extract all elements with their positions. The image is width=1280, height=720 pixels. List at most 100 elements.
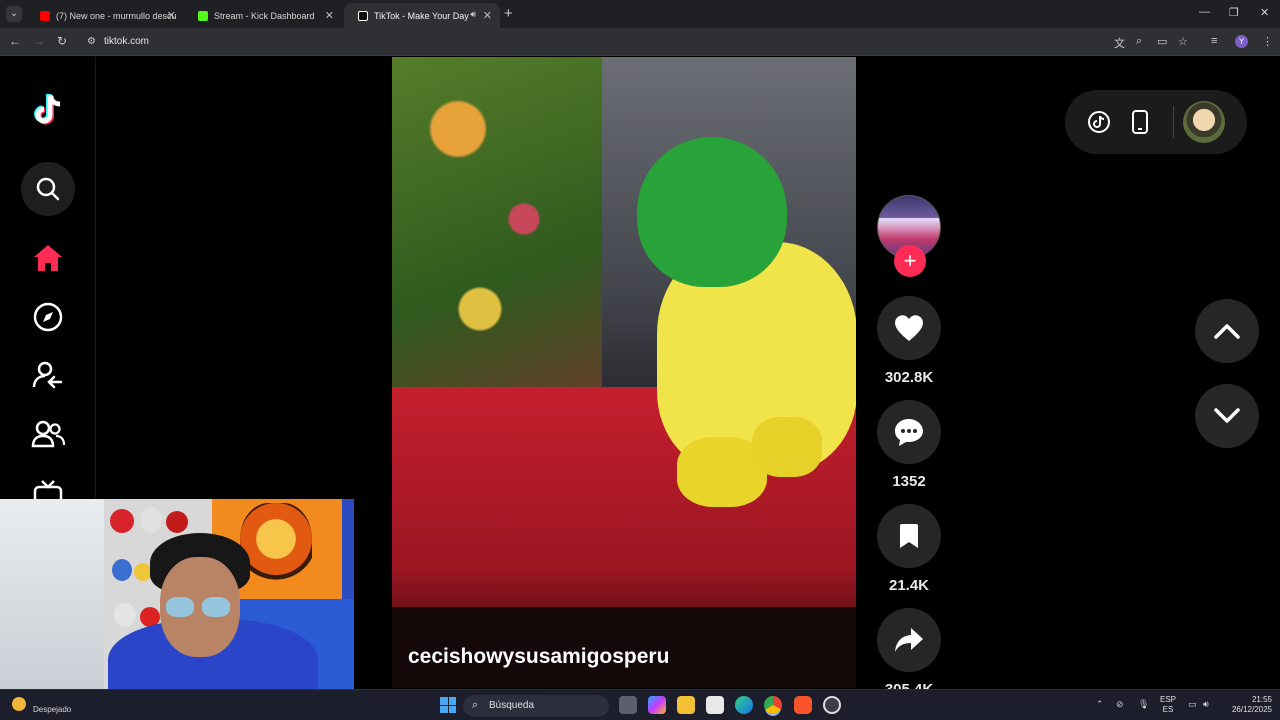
weather-moon-icon[interactable] <box>12 697 26 711</box>
previous-video-button[interactable] <box>1195 299 1259 363</box>
chrome-icon[interactable] <box>764 696 782 714</box>
next-video-button[interactable] <box>1195 384 1259 448</box>
follow-button[interactable]: + <box>894 245 926 277</box>
like-count: 302.8K <box>884 369 934 386</box>
bookmark-star-icon[interactable]: ☆ <box>1178 35 1188 48</box>
browser-tab-strip: ⌄ (7) New one - murmullo descu ✕ Stream … <box>0 0 1280 28</box>
home-icon <box>34 245 62 271</box>
video-player[interactable]: cecishowysusamigosperu <box>392 57 856 688</box>
nav-following[interactable] <box>21 348 75 402</box>
divider <box>1173 106 1174 138</box>
file-explorer-icon[interactable] <box>677 696 695 714</box>
windows-taskbar: Despejado ⌕ Búsqueda ⌃ ⊘ 🎙︎ ESP ES ▭ 🔊︎ … <box>0 689 1280 720</box>
tiktok-favicon-icon <box>358 10 368 21</box>
task-view-icon[interactable] <box>619 696 637 714</box>
omnibox[interactable]: ⚙︎ tiktok.com <box>80 31 1200 53</box>
window-close-icon[interactable]: ✕ <box>1260 6 1269 19</box>
search-icon: ⌕ <box>472 699 479 711</box>
back-icon[interactable]: ← <box>9 34 21 48</box>
edge-icon[interactable] <box>735 696 753 714</box>
webcam-glasses <box>202 597 230 617</box>
top-right-controls <box>1065 90 1247 154</box>
tab-title: Stream - Kick Dashboard <box>214 10 315 21</box>
chevron-down-icon <box>1214 408 1240 423</box>
clock-date: 26/12/2025 <box>1231 705 1272 714</box>
display-icon[interactable]: ▭ <box>1188 699 1197 710</box>
tab-kick[interactable]: Stream - Kick Dashboard ✕ <box>184 3 342 28</box>
taskbar-search-text: Búsqueda <box>489 700 535 711</box>
minimize-icon[interactable]: — <box>1199 6 1210 18</box>
video-mascot-head <box>637 137 787 287</box>
webcam-wall <box>0 499 104 695</box>
tab-youtube[interactable]: (7) New one - murmullo descu ✕ <box>26 3 184 28</box>
tab-title: TikTok - Make Your Day <box>374 10 469 21</box>
tray-network-icon[interactable]: ⊘ <box>1116 699 1124 710</box>
tab-close-icon[interactable]: ✕ <box>325 9 334 22</box>
video-flower-wall <box>392 57 612 417</box>
forward-icon[interactable]: → <box>33 34 45 48</box>
save-count: 21.4K <box>888 577 930 594</box>
address-bar-row: ← → ↻ ⚙︎ tiktok.com 文 ⌕ ▭ ☆ ≡ ⋮ <box>0 28 1280 56</box>
nav-explore[interactable] <box>21 290 75 344</box>
taskbar-clock[interactable]: 21:55 26/12/2025 <box>1228 695 1272 715</box>
nav-friends[interactable] <box>21 407 75 461</box>
store-icon[interactable] <box>706 696 724 714</box>
restore-icon[interactable]: ❐ <box>1229 6 1239 19</box>
brave-icon[interactable] <box>794 696 812 714</box>
volume-icon[interactable]: 🔊︎ <box>1203 699 1209 710</box>
browser-menu-icon[interactable]: ⋮ <box>1262 35 1273 48</box>
tab-tiktok[interactable]: TikTok - Make Your Day 🔊︎ ✕ <box>344 3 500 28</box>
search-button[interactable] <box>21 162 75 216</box>
friends-icon <box>31 420 65 448</box>
translate-icon[interactable]: 文 <box>1114 35 1125 51</box>
share-icon <box>895 628 923 652</box>
webcam-overlay <box>0 499 354 695</box>
tab-close-icon[interactable]: ✕ <box>167 9 176 22</box>
comment-button[interactable] <box>877 400 941 464</box>
save-button[interactable] <box>877 504 941 568</box>
compass-icon <box>33 302 63 332</box>
copilot-icon[interactable] <box>648 696 666 714</box>
chevron-up-icon <box>1214 324 1240 339</box>
nav-home[interactable] <box>21 231 75 285</box>
kick-favicon-icon <box>198 10 208 21</box>
webcam-glasses <box>166 597 194 617</box>
taskbar-search[interactable]: ⌕ Búsqueda <box>463 695 609 717</box>
youtube-favicon-icon <box>40 10 50 21</box>
obs-icon[interactable] <box>823 696 841 714</box>
search-icon <box>36 177 60 201</box>
tiktok-logo-icon[interactable] <box>28 91 68 131</box>
clock-time: 21:55 <box>1251 695 1272 704</box>
url-text[interactable]: tiktok.com <box>104 36 149 47</box>
video-mascot-leg <box>752 417 822 477</box>
site-info-icon[interactable]: ⚙︎ <box>87 36 96 47</box>
tab-close-icon[interactable]: ✕ <box>483 9 492 22</box>
profile-avatar[interactable]: Y <box>1235 35 1248 48</box>
cast-icon[interactable]: ▭ <box>1157 35 1167 48</box>
share-button[interactable] <box>877 608 941 672</box>
reload-icon[interactable]: ↻ <box>57 34 67 48</box>
new-tab-button[interactable]: + <box>504 5 513 22</box>
video-username[interactable]: cecishowysusamigosperu <box>408 645 669 669</box>
media-control-icon[interactable]: ≡ <box>1211 35 1217 47</box>
like-button[interactable] <box>877 296 941 360</box>
comment-count: 1352 <box>892 473 926 490</box>
weather-text[interactable]: Despejado <box>33 705 71 714</box>
lang-line1: ESP <box>1160 695 1177 704</box>
windows-start-icon[interactable] <box>440 697 456 713</box>
webcam-tiger-image <box>240 503 312 593</box>
tab-audio-icon[interactable]: 🔊︎ <box>470 9 476 20</box>
tab-search-button[interactable]: ⌄ <box>6 6 22 22</box>
tiktok-circle-icon[interactable] <box>1087 110 1111 134</box>
language-indicator[interactable]: ESP ES <box>1160 695 1176 715</box>
tray-overflow-icon[interactable]: ⌃ <box>1096 699 1104 710</box>
following-icon <box>32 361 63 389</box>
zoom-icon[interactable]: ⌕ <box>1136 35 1142 48</box>
user-avatar[interactable] <box>1183 101 1225 143</box>
comment-icon <box>895 419 923 446</box>
phone-icon[interactable] <box>1131 110 1149 134</box>
microphone-icon[interactable]: 🎙︎ <box>1138 699 1149 710</box>
lang-line2: ES <box>1162 705 1174 714</box>
heart-icon <box>895 315 923 341</box>
tab-title: (7) New one - murmullo descu <box>56 10 177 21</box>
